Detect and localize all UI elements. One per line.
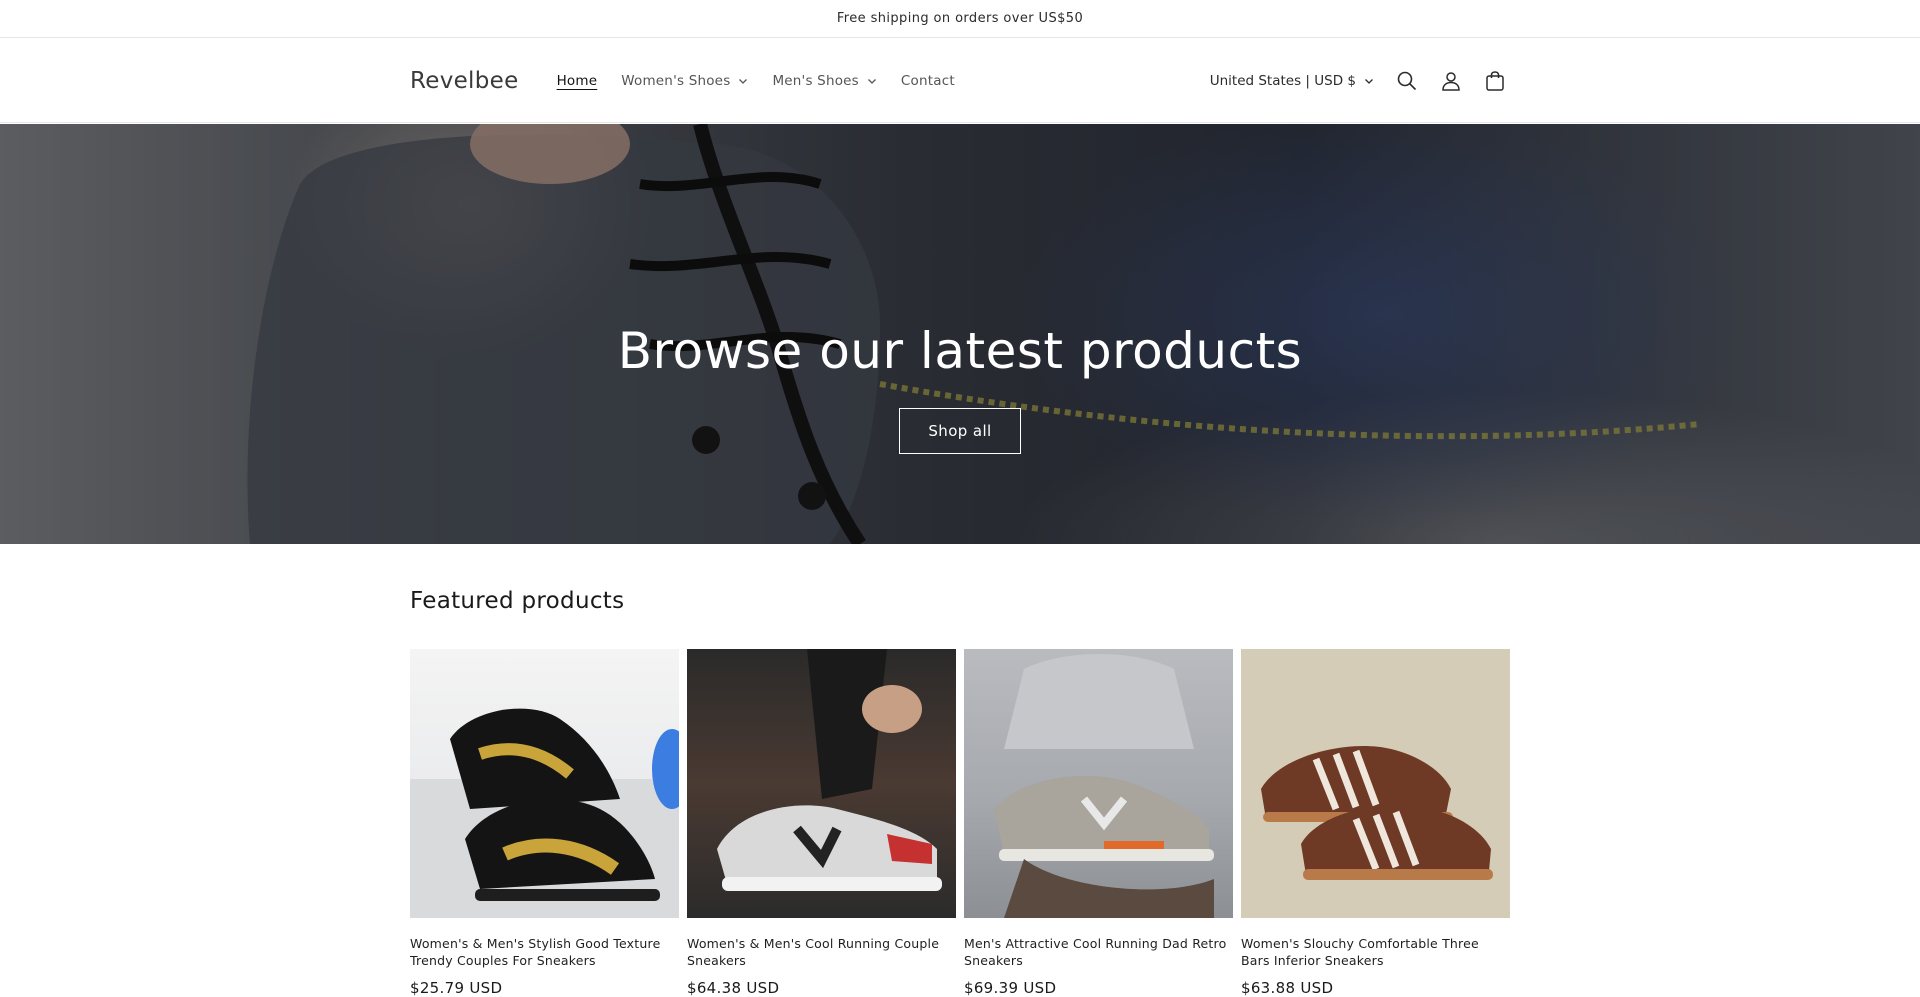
- nav-womens-shoes[interactable]: Women's Shoes: [621, 73, 748, 89]
- product-card[interactable]: Women's & Men's Stylish Good Texture Tre…: [410, 649, 679, 997]
- sneaker-image: [994, 654, 1214, 918]
- search-icon: [1397, 71, 1417, 90]
- announcement-bar: Free shipping on orders over US$50: [0, 0, 1920, 38]
- site-header: Revelbee Home Women's Shoes Men's Shoes …: [0, 38, 1920, 123]
- product-card[interactable]: Women's Slouchy Comfortable Three Bars I…: [1241, 649, 1510, 997]
- product-title[interactable]: Women's Slouchy Comfortable Three Bars I…: [1241, 935, 1510, 969]
- shop-all-button[interactable]: Shop all: [899, 408, 1021, 454]
- hero-title: Browse our latest products: [617, 322, 1303, 380]
- nav-contact[interactable]: Contact: [901, 73, 955, 89]
- product-image[interactable]: [410, 649, 679, 918]
- product-image[interactable]: [687, 649, 956, 918]
- product-card[interactable]: Men's Attractive Cool Running Dad Retro …: [964, 649, 1233, 997]
- sneaker-image: [717, 649, 942, 891]
- chevron-down-icon: [867, 78, 876, 84]
- nav-home-label: Home: [556, 72, 598, 89]
- nav-mens-shoes[interactable]: Men's Shoes: [772, 73, 876, 89]
- nav-contact-label: Contact: [900, 72, 955, 89]
- product-price: $63.88 USD: [1241, 979, 1334, 997]
- chevron-down-icon: [739, 78, 748, 84]
- nav-home[interactable]: Home: [557, 73, 598, 89]
- account-icon: [1442, 71, 1460, 91]
- nav-mens-shoes-label: Men's Shoes: [772, 72, 859, 89]
- hero-banner: Browse our latest products: [0, 124, 1920, 544]
- search-button[interactable]: [1392, 66, 1422, 96]
- sneaker-image: [410, 708, 679, 918]
- product-grid: Women's & Men's Stylish Good Texture Tre…: [410, 649, 1510, 997]
- product-price: $25.79 USD: [410, 979, 503, 997]
- main-nav: Home Women's Shoes Men's Shoes Contact: [557, 73, 955, 89]
- sneaker-image: [1261, 745, 1493, 880]
- announcement-text: Free shipping on orders over US$50: [836, 11, 1084, 26]
- locale-label: United States | USD $: [1209, 72, 1356, 89]
- cart-button[interactable]: [1480, 66, 1510, 96]
- product-card[interactable]: Women's & Men's Cool Running Couple Snea…: [687, 649, 956, 997]
- chevron-down-icon: [1365, 78, 1373, 84]
- featured-title: Featured products: [410, 588, 625, 614]
- product-price: $69.39 USD: [964, 979, 1057, 997]
- country-currency-selector[interactable]: United States | USD $: [1210, 73, 1374, 89]
- product-image[interactable]: [964, 649, 1233, 918]
- product-title[interactable]: Men's Attractive Cool Running Dad Retro …: [964, 935, 1233, 969]
- store-logo[interactable]: Revelbee: [410, 68, 519, 94]
- product-title[interactable]: Women's & Men's Stylish Good Texture Tre…: [410, 935, 679, 969]
- cart-icon: [1486, 70, 1504, 91]
- featured-products-section: Featured products Women's & Men's Stylis…: [410, 588, 1510, 997]
- product-price: $64.38 USD: [687, 979, 780, 997]
- product-image[interactable]: [1241, 649, 1510, 918]
- nav-womens-shoes-label: Women's Shoes: [621, 72, 731, 89]
- account-button[interactable]: [1436, 66, 1466, 96]
- product-title[interactable]: Women's & Men's Cool Running Couple Snea…: [687, 935, 956, 969]
